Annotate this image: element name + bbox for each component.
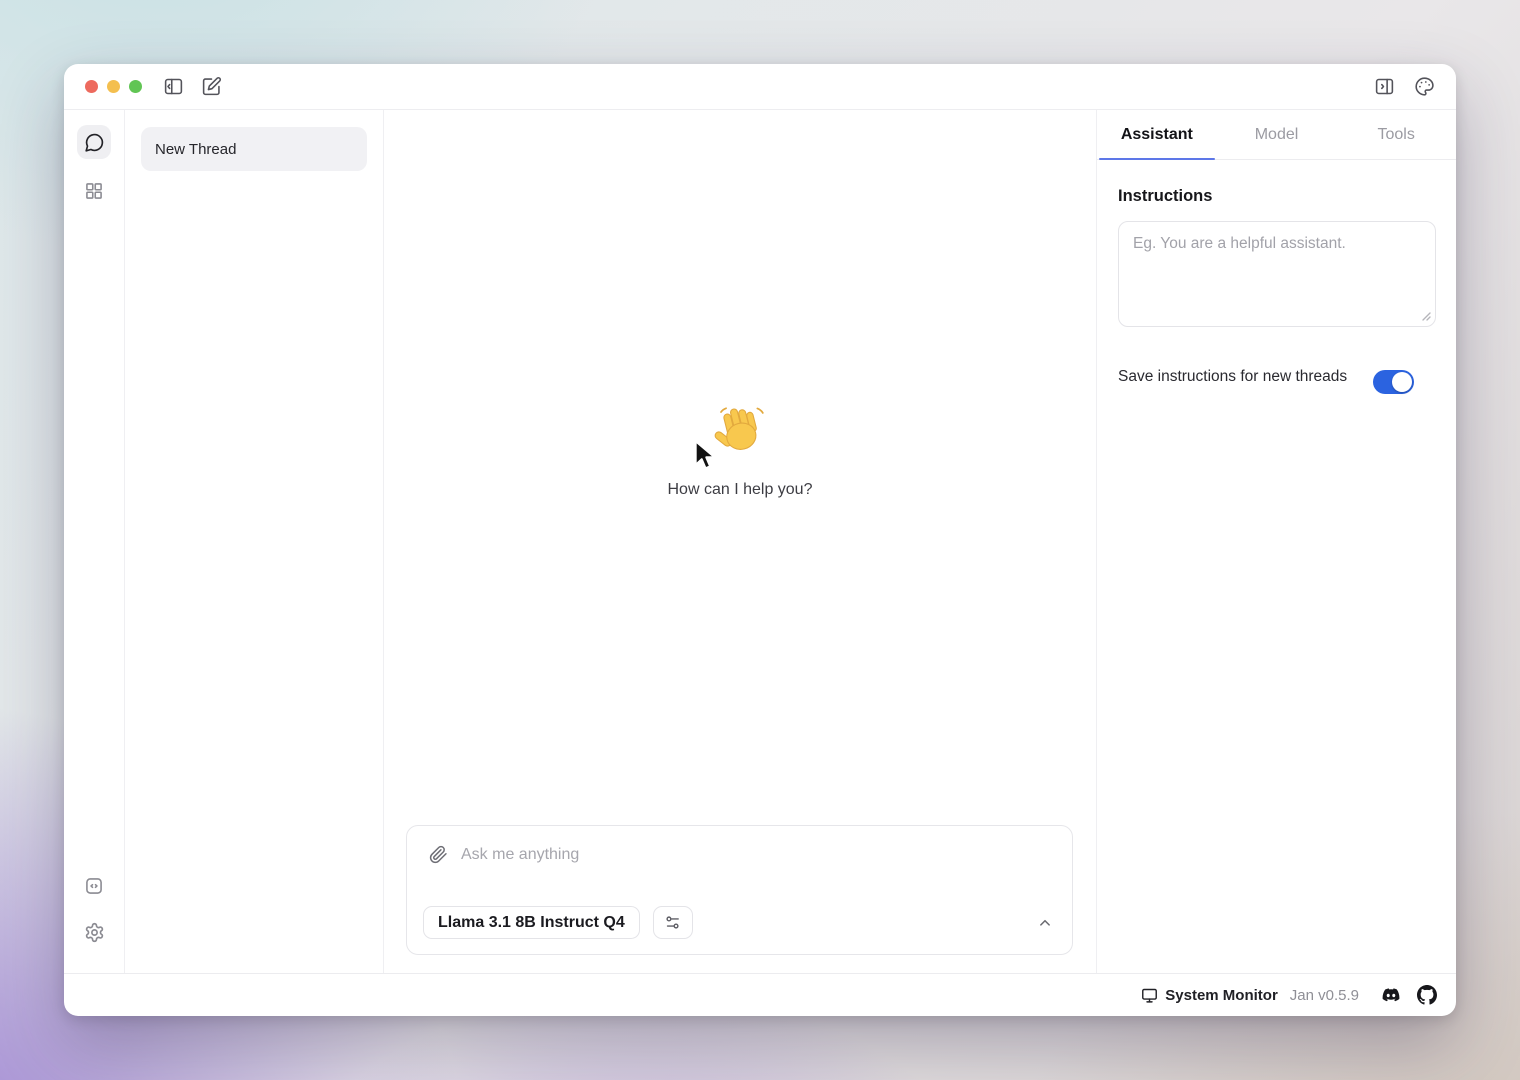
thread-list-item[interactable]: New Thread: [141, 127, 367, 171]
hub-nav-button[interactable]: [77, 174, 111, 208]
collapse-composer-button[interactable]: [1036, 914, 1054, 932]
panel-tabs: Assistant Model Tools: [1097, 110, 1456, 160]
theme-palette-icon[interactable]: [1414, 76, 1435, 97]
wave-emoji: [713, 405, 767, 455]
save-instructions-toggle[interactable]: [1373, 370, 1414, 394]
hub-grid-icon: [84, 181, 104, 201]
assistant-panel: Assistant Model Tools Instructions Save …: [1096, 110, 1456, 973]
attach-paperclip-icon[interactable]: [429, 845, 448, 864]
toggle-right-panel-icon[interactable]: [1374, 76, 1395, 97]
tab-tools[interactable]: Tools: [1336, 110, 1456, 159]
model-settings-button[interactable]: [653, 906, 693, 939]
thread-title: New Thread: [155, 141, 236, 158]
close-button[interactable]: [85, 80, 98, 93]
titlebar: [64, 64, 1456, 110]
composer: Llama 3.1 8B Instruct Q4: [406, 825, 1073, 955]
thread-list: New Thread: [125, 110, 384, 973]
instructions-textarea[interactable]: [1118, 221, 1436, 327]
system-monitor-button[interactable]: System Monitor: [1141, 987, 1278, 1004]
monitor-icon: [1141, 987, 1158, 1004]
local-api-server-button[interactable]: [77, 869, 111, 903]
app-window: New Thread: [64, 64, 1456, 1016]
github-icon[interactable]: [1417, 985, 1437, 1005]
minimize-button[interactable]: [107, 80, 120, 93]
model-name: Llama 3.1 8B Instruct Q4: [438, 914, 625, 932]
settings-gear-icon: [84, 922, 105, 943]
save-instructions-label: Save instructions for new threads: [1118, 364, 1373, 394]
nav-rail: [64, 110, 125, 973]
new-thread-icon[interactable]: [201, 76, 222, 97]
zoom-button[interactable]: [129, 80, 142, 93]
threads-nav-button[interactable]: [77, 125, 111, 159]
model-selector[interactable]: Llama 3.1 8B Instruct Q4: [423, 906, 640, 939]
status-bar: System Monitor Jan v0.5.9: [64, 973, 1456, 1016]
chat-area: How can I help you? Llama 3.1 8B Instruc…: [384, 110, 1096, 973]
toggle-left-panel-icon[interactable]: [163, 76, 184, 97]
sliders-icon: [664, 914, 681, 931]
greeting-text: How can I help you?: [384, 481, 1096, 499]
discord-icon[interactable]: [1381, 985, 1401, 1005]
tab-model[interactable]: Model: [1217, 110, 1337, 159]
mouse-cursor: [691, 439, 721, 473]
chat-bubble-icon: [84, 132, 105, 153]
message-input[interactable]: [461, 846, 1052, 864]
instructions-heading: Instructions: [1118, 187, 1436, 206]
system-monitor-label: System Monitor: [1165, 987, 1278, 1004]
settings-button[interactable]: [77, 915, 111, 949]
local-api-server-icon: [84, 876, 104, 896]
tab-assistant[interactable]: Assistant: [1097, 110, 1217, 159]
app-version: Jan v0.5.9: [1290, 987, 1359, 1004]
traffic-lights: [85, 80, 142, 93]
empty-state: How can I help you?: [384, 405, 1096, 499]
